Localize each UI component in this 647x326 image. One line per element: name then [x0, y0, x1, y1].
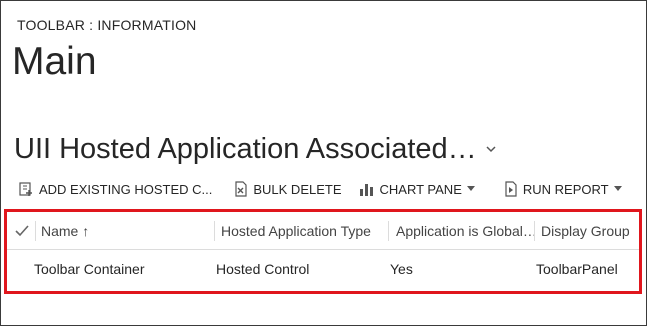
form-title: Main [12, 40, 97, 83]
cell-hosted-application-type: Hosted Control [216, 261, 310, 277]
view-title[interactable]: UII Hosted Application Associated… [14, 133, 477, 166]
caret-down-icon [613, 186, 622, 191]
table-row[interactable]: Toolbar Container Hosted Control Yes Too… [7, 251, 639, 287]
column-header-application-is-global[interactable]: Application is Global… [396, 223, 537, 239]
column-separator [388, 221, 389, 241]
add-existing-icon [19, 182, 32, 196]
cell-name[interactable]: Toolbar Container [34, 261, 145, 277]
column-separator [534, 221, 535, 241]
add-existing-button[interactable]: ADD EXISTING HOSTED C... [18, 181, 212, 197]
bulk-delete-label: BULK DELETE [253, 181, 342, 197]
run-report-label: RUN REPORT [522, 181, 609, 197]
caret-down-icon [466, 186, 475, 191]
cell-application-is-global: Yes [390, 261, 413, 277]
column-separator [214, 221, 215, 241]
column-header-display-group[interactable]: Display Group [541, 223, 630, 239]
run-report-button[interactable]: RUN REPORT [504, 181, 627, 197]
entity-label: TOOLBAR : INFORMATION [17, 17, 197, 33]
bulk-delete-button[interactable]: BULK DELETE [234, 181, 342, 197]
grid-header: Name ↑ Hosted Application Type Applicati… [7, 212, 639, 250]
select-all-check-icon[interactable] [14, 224, 30, 238]
chart-pane-button[interactable]: CHART PANE [359, 181, 480, 197]
chart-icon [359, 184, 373, 196]
bulk-delete-icon [235, 181, 247, 197]
subgrid: Name ↑ Hosted Application Type Applicati… [4, 209, 642, 294]
cell-display-group: ToolbarPanel [536, 261, 618, 277]
add-existing-label: ADD EXISTING HOSTED C... [39, 181, 213, 197]
column-header-hosted-application-type[interactable]: Hosted Application Type [221, 223, 371, 239]
chevron-down-icon[interactable] [484, 142, 498, 156]
command-bar: ADD EXISTING HOSTED C... BULK DELETE CHA… [18, 178, 647, 200]
chart-pane-label: CHART PANE [379, 181, 462, 197]
report-icon [505, 181, 517, 197]
column-separator [35, 221, 36, 241]
column-header-name[interactable]: Name ↑ [41, 223, 89, 239]
